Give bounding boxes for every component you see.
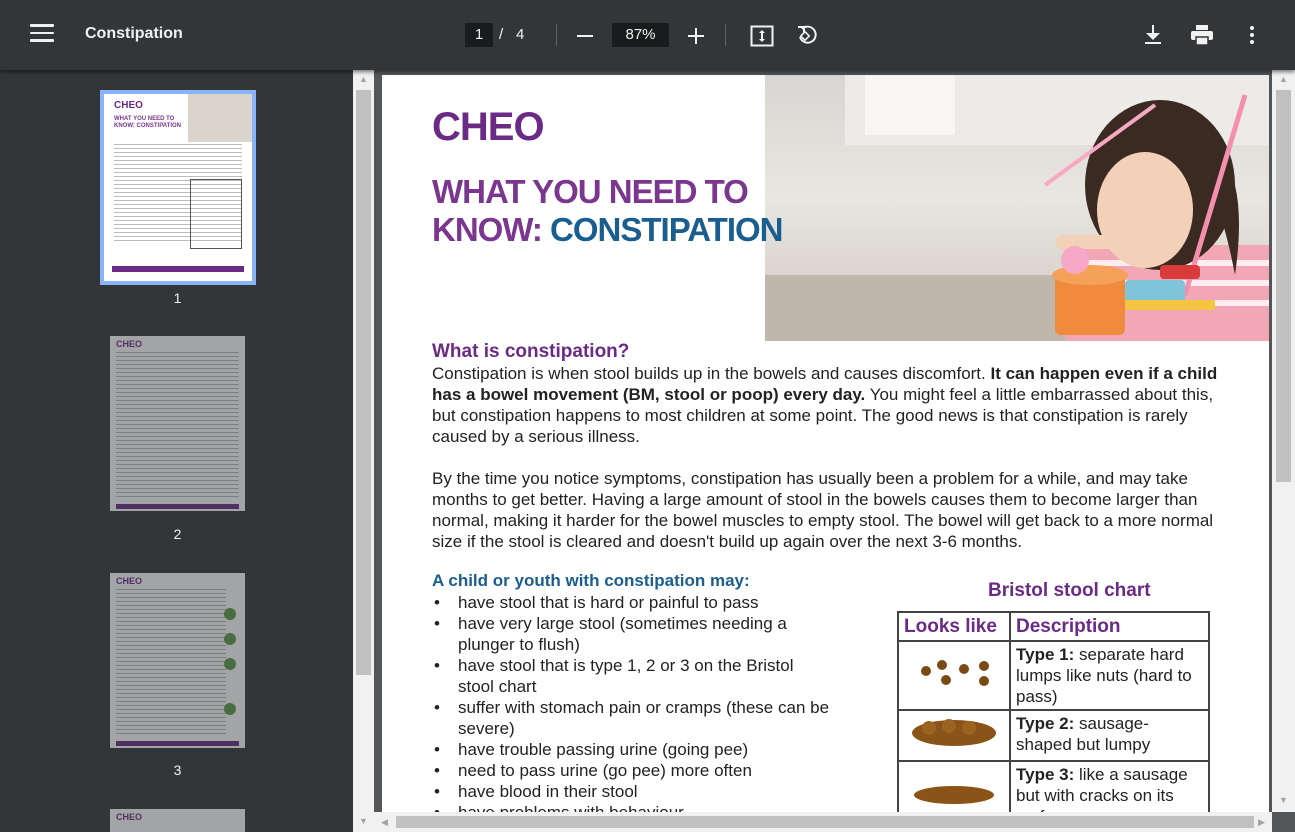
page-thumbnail-2[interactable]: CHEO bbox=[110, 336, 245, 511]
table-row: Type 3: like a sausage but with cracks o… bbox=[897, 760, 1210, 815]
document-horizontal-scrollbar[interactable]: ◀ ▶ bbox=[374, 812, 1272, 832]
scrollbar-thumb[interactable] bbox=[396, 816, 1254, 828]
col-description: Description bbox=[1009, 611, 1210, 642]
list-item: have blood in their stool bbox=[432, 781, 832, 802]
thumb-logo: CHEO bbox=[116, 576, 143, 586]
toolbar-divider bbox=[556, 24, 557, 46]
total-pages: 4 bbox=[516, 26, 525, 43]
stool-type1-image bbox=[897, 640, 1011, 711]
headline-know: KNOW: bbox=[432, 211, 551, 248]
thumbnail-label: 3 bbox=[173, 762, 182, 778]
rotate-icon[interactable] bbox=[795, 23, 819, 47]
headline-constipation: CONSTIPATION bbox=[550, 211, 783, 248]
thumb-text bbox=[116, 589, 226, 734]
stool-type2-image bbox=[897, 709, 1011, 762]
scroll-down-icon[interactable]: ▼ bbox=[356, 814, 371, 829]
list-item: have stool that is hard or painful to pa… bbox=[432, 592, 832, 613]
thumb-icon bbox=[224, 608, 236, 620]
scroll-right-icon[interactable]: ▶ bbox=[1254, 815, 1269, 830]
list-item: have trouble passing urine (going pee) bbox=[432, 739, 832, 760]
headline-line1: WHAT YOU NEED TO bbox=[432, 173, 749, 210]
menu-icon[interactable] bbox=[30, 24, 54, 46]
thumb-logo: CHEO bbox=[116, 812, 143, 822]
thumb-icon bbox=[224, 633, 236, 645]
type3-label: Type 3: bbox=[1016, 765, 1075, 784]
stool-type3-image bbox=[897, 760, 1011, 815]
thumb-table bbox=[190, 179, 242, 249]
para1-text-a: Constipation is when stool builds up in … bbox=[432, 364, 991, 383]
paragraph-2: By the time you notice symptoms, constip… bbox=[432, 469, 1214, 551]
paragraph-1: Constipation is when stool builds up in … bbox=[432, 363, 1232, 447]
table-row: Type 2: sausage-shaped but lumpy bbox=[897, 709, 1210, 762]
thumb-footer bbox=[116, 741, 239, 746]
section-heading-child: A child or youth with constipation may: bbox=[432, 571, 750, 590]
child-photo bbox=[765, 75, 1269, 341]
type1-label: Type 1: bbox=[1016, 645, 1075, 664]
document-title: Constipation bbox=[85, 25, 183, 42]
col-looks-like: Looks like bbox=[897, 611, 1011, 642]
scrollbar-thumb[interactable] bbox=[356, 90, 371, 675]
section-heading-what: What is constipation? bbox=[432, 341, 630, 362]
list-item: need to pass urine (go pee) more often bbox=[432, 760, 832, 781]
scroll-down-icon[interactable]: ▼ bbox=[1276, 793, 1291, 808]
cheo-logo: CHEO bbox=[432, 105, 545, 149]
table-header-row: Looks like Description bbox=[897, 611, 1210, 642]
thumb-heading: WHAT YOU NEED TO KNOW: CONSTIPATION bbox=[114, 116, 181, 129]
type2-label: Type 2: bbox=[1016, 714, 1075, 733]
thumb-text bbox=[116, 352, 239, 497]
thumb-icon bbox=[224, 703, 236, 715]
bristol-chart-title: Bristol stool chart bbox=[988, 580, 1151, 601]
bristol-stool-table: Looks like Description Type 1: separate … bbox=[897, 611, 1210, 815]
scroll-left-icon[interactable]: ◀ bbox=[377, 815, 392, 830]
list-item: suffer with stomach pain or cramps (thes… bbox=[432, 697, 832, 739]
thumbnail-sidebar: CHEO WHAT YOU NEED TO KNOW: CONSTIPATION… bbox=[0, 70, 353, 832]
thumbnail-label: 2 bbox=[173, 526, 182, 542]
zoom-in-icon[interactable] bbox=[685, 25, 707, 47]
page-thumbnail-4[interactable]: CHEO bbox=[110, 809, 245, 832]
zoom-out-icon[interactable] bbox=[574, 25, 596, 47]
scrollbar-thumb[interactable] bbox=[1276, 90, 1291, 482]
thumb-logo: CHEO bbox=[114, 100, 143, 111]
print-icon[interactable] bbox=[1190, 23, 1214, 47]
symptom-list: have stool that is hard or painful to pa… bbox=[432, 592, 832, 815]
document-headline: WHAT YOU NEED TO KNOW: CONSTIPATION bbox=[432, 173, 784, 249]
list-item: have stool that is type 1, 2 or 3 on the… bbox=[432, 655, 832, 697]
thumb-photo bbox=[188, 94, 252, 142]
thumb-logo: CHEO bbox=[116, 339, 143, 349]
zoom-level-input[interactable]: 87% bbox=[612, 23, 669, 47]
thumbnail-label: 1 bbox=[173, 290, 182, 306]
scroll-up-icon[interactable]: ▲ bbox=[356, 72, 371, 87]
headline-line2: KNOW: CONSTIPATION bbox=[432, 211, 784, 249]
list-item: have very large stool (sometimes needing… bbox=[432, 613, 832, 655]
type3-description: Type 3: like a sausage but with cracks o… bbox=[1009, 760, 1210, 815]
scroll-up-icon[interactable]: ▲ bbox=[1276, 72, 1291, 87]
viewer-toolbar: Constipation 1 / 4 87% bbox=[0, 0, 1295, 70]
table-row: Type 1: separate hard lumps like nuts (h… bbox=[897, 640, 1210, 711]
pdf-page: CHEO WHAT YOU NEED TO KNOW: CONSTIPATION… bbox=[382, 75, 1269, 815]
page-separator: / bbox=[499, 26, 504, 43]
document-vertical-scrollbar[interactable]: ▲ ▼ bbox=[1272, 70, 1295, 812]
thumb-icon bbox=[224, 658, 236, 670]
more-options-icon[interactable] bbox=[1240, 23, 1264, 47]
thumb-footer bbox=[112, 266, 244, 272]
type1-description: Type 1: separate hard lumps like nuts (h… bbox=[1009, 640, 1210, 711]
page-thumbnail-1[interactable]: CHEO WHAT YOU NEED TO KNOW: CONSTIPATION bbox=[104, 94, 252, 281]
page-thumbnail-3[interactable]: CHEO bbox=[110, 573, 245, 748]
toolbar-divider bbox=[725, 24, 726, 46]
download-icon[interactable] bbox=[1141, 23, 1165, 47]
page-number-input[interactable]: 1 bbox=[465, 23, 493, 47]
sidebar-scrollbar[interactable]: ▲ ▼ bbox=[353, 70, 374, 832]
type2-description: Type 2: sausage-shaped but lumpy bbox=[1009, 709, 1210, 762]
thumb-footer bbox=[116, 504, 239, 509]
fit-page-icon[interactable] bbox=[750, 24, 774, 48]
